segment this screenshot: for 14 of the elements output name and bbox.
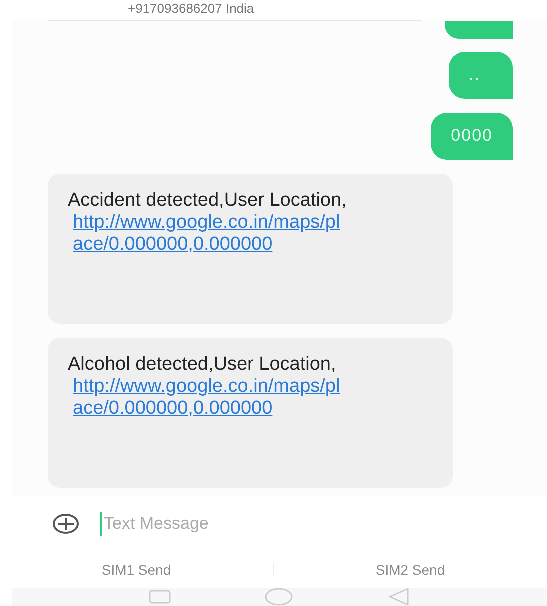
message-bubble: 0000 (431, 112, 513, 160)
message-link[interactable]: http://www.google.co.in/maps/place/0.000000,0.000000 (68, 212, 343, 256)
back-icon[interactable] (388, 588, 410, 606)
recent-apps-icon[interactable] (149, 590, 172, 604)
message-bubble: .. (449, 52, 513, 99)
sim-send-button[interactable]: SIM1 Send (0, 561, 273, 580)
message-input[interactable]: Text Message (100, 512, 404, 536)
message-link[interactable]: http://www.google.co.in/maps/place/0.000000,0.000000 (68, 376, 343, 420)
sim-send-button[interactable]: SIM2 Send (274, 561, 547, 580)
message-text: Accident detected,User Location, (68, 190, 348, 212)
home-icon[interactable] (265, 588, 294, 606)
add-icon[interactable] (52, 513, 80, 536)
contact-number: +917093686207 India (128, 1, 254, 17)
message-text: Alcohol detected,User Location, (68, 354, 338, 376)
